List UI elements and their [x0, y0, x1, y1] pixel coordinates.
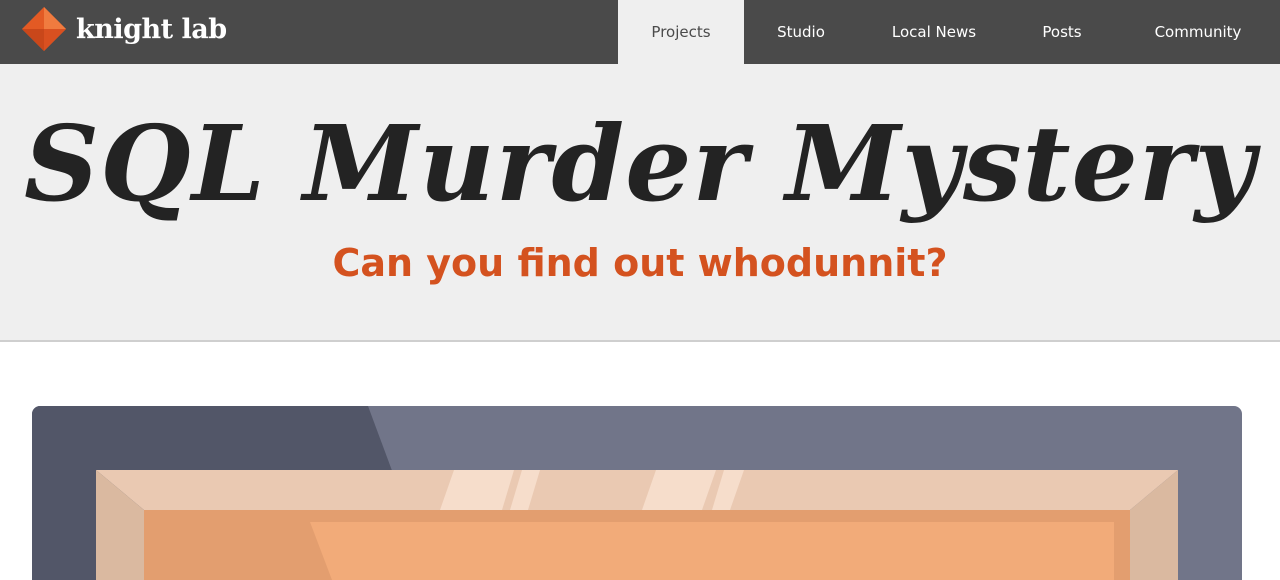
nav-item-studio[interactable]: Studio: [744, 0, 858, 64]
page-subtitle: Can you find out whodunnit?: [332, 241, 948, 285]
nav-item-posts[interactable]: Posts: [1010, 0, 1114, 64]
window-frame-illustration: [96, 470, 1178, 580]
logo-text: knight lab: [76, 13, 227, 45]
page-title: SQL Murder Mystery: [24, 102, 1256, 225]
nav-item-local-news[interactable]: Local News: [858, 0, 1010, 64]
hero-illustration: [32, 406, 1242, 580]
nav-item-community[interactable]: Community: [1116, 0, 1280, 64]
hero-banner: SQL Murder Mystery Can you find out whod…: [0, 64, 1280, 342]
main-nav: Projects Studio Local News Posts Communi…: [618, 0, 1280, 64]
diamond-logo-icon: [22, 7, 66, 51]
nav-item-projects[interactable]: Projects: [618, 0, 744, 64]
top-navigation-bar: knight lab Projects Studio Local News Po…: [0, 0, 1280, 64]
knight-lab-logo-link[interactable]: knight lab: [22, 7, 227, 51]
